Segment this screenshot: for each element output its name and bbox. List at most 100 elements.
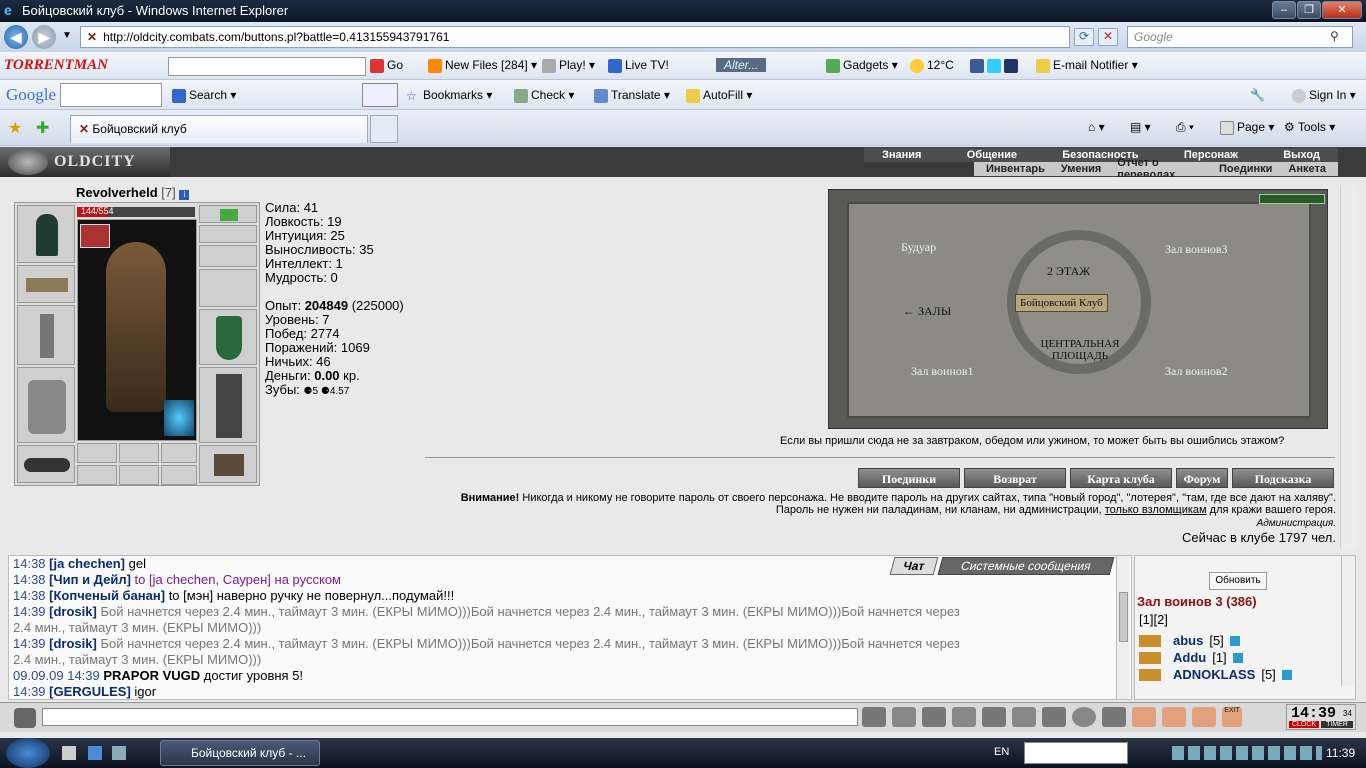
signin-button[interactable]: Sign In ▾ xyxy=(1292,88,1356,103)
page-menu[interactable]: Page ▾ xyxy=(1220,120,1274,135)
chat-input[interactable] xyxy=(42,708,858,726)
chat-nick[interactable]: [drosik] xyxy=(49,636,100,651)
menu-inventory[interactable]: Инвентарь xyxy=(978,163,1053,175)
translate-button[interactable]: Translate ▾ xyxy=(594,88,670,103)
quicklaunch-icon-2[interactable] xyxy=(88,746,102,760)
rune-slot-2[interactable] xyxy=(119,443,159,463)
popup-blocker-button[interactable] xyxy=(362,83,398,107)
close-button[interactable]: ✕ xyxy=(1322,1,1362,19)
taskbar-ie-window[interactable]: Бойцовский клуб - ... xyxy=(160,740,320,766)
action-icon-3[interactable] xyxy=(1192,707,1216,727)
filter-icon[interactable] xyxy=(922,707,946,727)
armor-slot[interactable] xyxy=(17,367,75,443)
taskbar-search-input[interactable] xyxy=(1024,742,1128,764)
forward-button[interactable]: ▶ xyxy=(32,25,56,49)
play-button[interactable]: Play! ▾ xyxy=(542,58,595,73)
room-scrollbar[interactable] xyxy=(1341,556,1355,686)
pet-icon[interactable] xyxy=(164,400,194,436)
warning-link[interactable]: только взломщикам xyxy=(1105,504,1207,516)
room-halls[interactable]: ← ЗАЛЫ xyxy=(903,304,951,319)
chat-nick[interactable]: PRAPOR VUGD xyxy=(103,668,203,683)
social-icons[interactable] xyxy=(970,58,1021,73)
shield-slot[interactable] xyxy=(199,309,257,365)
newfiles-button[interactable]: New Files [284] ▾ xyxy=(428,58,537,73)
google-search-button[interactable]: Search ▾ xyxy=(172,88,236,103)
go-button[interactable]: Go xyxy=(370,58,403,73)
chat-scrollbar[interactable] xyxy=(1116,556,1130,699)
rings-slot[interactable] xyxy=(199,245,257,267)
info-icon[interactable] xyxy=(1229,635,1240,646)
quicklaunch-icon-1[interactable] xyxy=(62,746,76,760)
feeds-icon[interactable]: ▤ ▾ xyxy=(1130,120,1151,134)
settings-icon[interactable] xyxy=(1102,707,1126,727)
search-input[interactable]: Google xyxy=(1127,26,1353,48)
rune-slot-4[interactable] xyxy=(77,465,117,485)
new-tab-button[interactable] xyxy=(370,115,398,143)
gadgets-button[interactable]: Gadgets ▾ xyxy=(826,58,898,73)
chat-nick[interactable]: [Чип и Дейл] xyxy=(49,572,134,587)
menu-profile[interactable]: Анкета xyxy=(1280,163,1334,175)
rune-slot-5[interactable] xyxy=(119,465,159,485)
fight-arrow-icon[interactable] xyxy=(1139,668,1161,681)
boots-slot[interactable] xyxy=(199,445,257,483)
bracers-slot[interactable] xyxy=(17,265,75,303)
exit-icon[interactable]: EXIT xyxy=(1222,707,1242,727)
history-dropdown-icon[interactable]: ▼ xyxy=(62,30,72,41)
fight-arrow-icon[interactable] xyxy=(1139,651,1161,664)
action-icon-2[interactable] xyxy=(1162,707,1186,727)
refresh-button[interactable]: Обновить xyxy=(1209,572,1267,590)
weapon-slot[interactable] xyxy=(17,305,75,365)
room-hall2[interactable]: Зал воинов2 xyxy=(1165,364,1228,379)
torrentman-logo[interactable]: TORRENTMAN xyxy=(4,57,108,74)
add-favorites-icon[interactable]: ✚ xyxy=(36,118,49,138)
room-fight-club[interactable]: Бойцовский Клуб xyxy=(1015,294,1108,312)
room-floor2[interactable]: 2 ЭТАЖ xyxy=(1047,264,1090,279)
menu-skills[interactable]: Умения xyxy=(1053,163,1109,175)
google-search-input[interactable] xyxy=(60,83,162,107)
alter-dropdown[interactable]: Alter... xyxy=(716,58,767,72)
info-icon[interactable] xyxy=(1232,652,1243,663)
wrench-icon[interactable]: 🔧 xyxy=(1250,88,1265,102)
email-notifier-button[interactable]: E-mail Notifier ▾ xyxy=(1036,58,1138,73)
quicklaunch-icon-3[interactable] xyxy=(112,746,126,760)
rune-slot-6[interactable] xyxy=(161,465,197,485)
autofill-button[interactable]: AutoFill ▾ xyxy=(686,88,752,103)
menu-communication[interactable]: Общение xyxy=(959,149,1025,161)
start-button[interactable] xyxy=(6,738,50,768)
back-button[interactable]: ◀ xyxy=(4,25,28,49)
character-name[interactable]: Revolverheld [7] i xyxy=(76,185,190,200)
player-entry[interactable]: Addu [1] xyxy=(1139,649,1339,666)
chat-nick[interactable]: [drosik] xyxy=(49,604,100,619)
chat-nick[interactable]: [Копченый банан] xyxy=(49,588,169,603)
favorites-star-icon[interactable]: ★ xyxy=(8,118,22,138)
club-map-button[interactable]: Карта клуба xyxy=(1070,468,1172,488)
forum-button[interactable]: Форум xyxy=(1176,468,1228,488)
clock-label[interactable]: CLOCK xyxy=(1289,721,1319,728)
belt-slot[interactable] xyxy=(17,445,75,483)
return-button[interactable]: Возврат xyxy=(964,468,1066,488)
necklace-slot[interactable] xyxy=(199,225,257,243)
player-entry[interactable]: abus [5] xyxy=(1139,632,1339,649)
menu-exit[interactable]: Выход xyxy=(1275,149,1328,161)
print-icon[interactable]: ⎙ ▾ xyxy=(1176,120,1194,135)
weather-widget[interactable]: 12°C xyxy=(910,58,954,73)
rune-slot-1[interactable] xyxy=(77,443,117,463)
room-hall3[interactable]: Зал воинов3 xyxy=(1165,242,1228,257)
player-entry[interactable]: ADNOKLASS [5] xyxy=(1139,666,1339,683)
room-boudoir[interactable]: Будуар xyxy=(901,240,936,255)
rune-slot-3[interactable] xyxy=(161,443,197,463)
tools-menu[interactable]: ⚙ Tools ▾ xyxy=(1284,120,1335,134)
room-hall1[interactable]: Зал воинов1 xyxy=(911,364,974,379)
tab-chat[interactable]: Чат xyxy=(889,557,939,575)
tray-icons[interactable] xyxy=(1172,746,1322,760)
effect-icon[interactable] xyxy=(80,224,110,248)
torrent-search-input[interactable] xyxy=(168,57,366,76)
language-indicator[interactable]: EN xyxy=(994,746,1009,758)
refresh-icon[interactable]: ⟳ xyxy=(1074,28,1094,46)
action-icon-1[interactable] xyxy=(1132,707,1156,727)
tab-system-messages[interactable]: Системные сообщения xyxy=(937,557,1115,575)
search-icon[interactable]: ⚲ xyxy=(1330,29,1339,43)
room-pages[interactable]: [1][2] xyxy=(1139,612,1168,627)
gloves-slot[interactable] xyxy=(199,269,257,307)
send-icon[interactable] xyxy=(862,707,886,727)
